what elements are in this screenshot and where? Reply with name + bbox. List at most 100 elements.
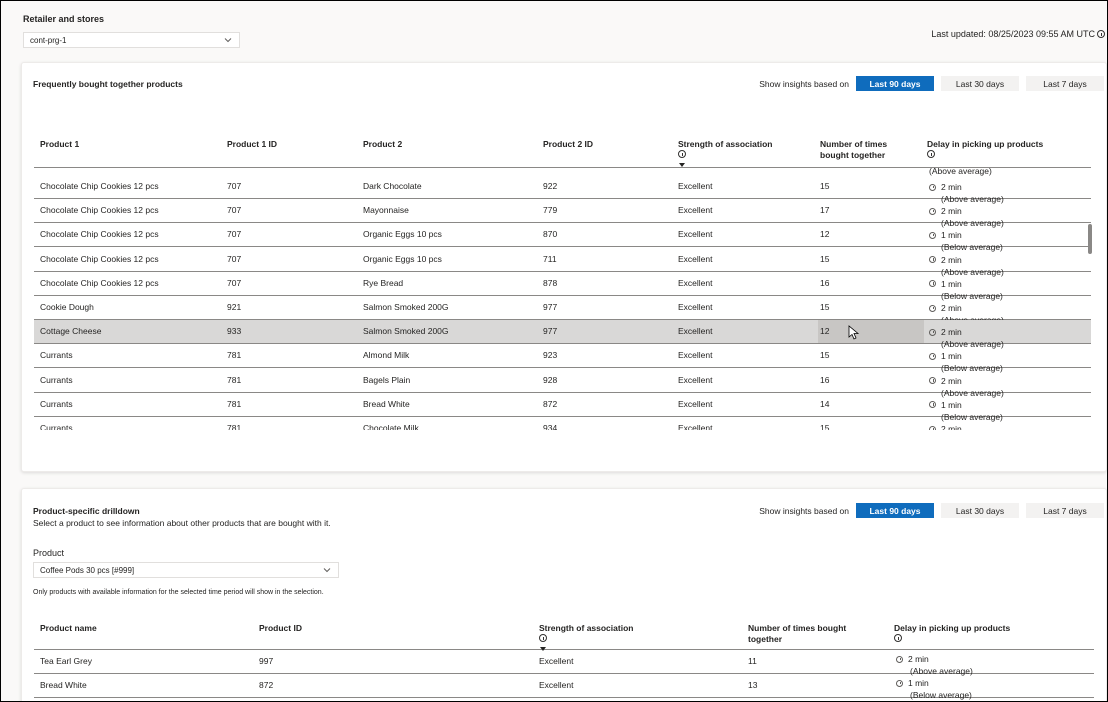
col-times-line1: Number of times: [820, 139, 888, 149]
fbt-time-toggle: Show insights based on Last 90 days Last…: [759, 76, 1104, 91]
cell-p2: Organic Eggs 10 pcs: [363, 253, 442, 264]
cell-times: 16: [820, 277, 830, 288]
table-row[interactable]: Chocolate Chip Cookies 12 pcs 707 Mayonnai…: [34, 199, 1091, 228]
last-updated-text: Last updated: 08/25/2023 09:55 AM UTC: [931, 29, 1095, 39]
fbt-table: Product 1 Product 1 ID Product 2 Product…: [34, 133, 1091, 430]
drilldown-table-body: Tea Earl Grey 997 Excellent 11 2 min (Above a…: [34, 650, 1094, 701]
product-drilldown-card: Product-specific drilldown Select a prod…: [21, 488, 1107, 701]
cell-p1: Cottage Cheese: [40, 326, 102, 337]
col-product1[interactable]: Product 1: [40, 139, 79, 150]
cell-strength: Excellent: [678, 181, 713, 191]
clock-icon: [929, 231, 936, 239]
fbt-last-30-days-button[interactable]: Last 30 days: [941, 76, 1019, 91]
fbt-table-body: (Above average) Chocolate Chip Cookies 1…: [34, 168, 1091, 430]
table-row[interactable]: Chocolate Chip Cookies 12 pcs 707 Organic …: [34, 223, 1091, 252]
table-row[interactable]: Cookie Dough 921 Salmon Smoked 200G 977 Exce…: [34, 296, 1091, 325]
drilldown-last-90-days-button[interactable]: Last 90 days: [856, 503, 934, 518]
col-delay[interactable]: Delay in picking up products: [927, 139, 1043, 161]
col-times-2[interactable]: Number of times bought together: [748, 623, 846, 645]
col-product2-id[interactable]: Product 2 ID: [543, 139, 593, 150]
cell-times: 12: [820, 326, 830, 337]
table-row[interactable]: Tea Earl Grey 997 Excellent 11 2 min (Above a…: [34, 650, 1094, 676]
cell-times: 11: [748, 656, 757, 666]
cell-p1id: 707: [227, 205, 242, 216]
col-delay-2[interactable]: Delay in picking up products: [894, 623, 1010, 645]
cell-p2: Mayonnaise: [363, 205, 409, 216]
table-row[interactable]: Currants 781 Almond Milk 923 Excellent 15 1 mi…: [34, 344, 1091, 373]
col-product1-id[interactable]: Product 1 ID: [227, 139, 277, 150]
cell-p2id: 878: [543, 277, 558, 288]
clock-icon: [929, 256, 936, 264]
cell-p2id: 934: [543, 423, 558, 430]
fbt-title: Frequently bought together products: [33, 79, 183, 89]
cell-strength: Excellent: [678, 398, 713, 409]
drilldown-last-7-days-button[interactable]: Last 7 days: [1026, 503, 1104, 518]
table-row[interactable]: Currants 781 Chocolate Milk 934 Excellent 15 2…: [34, 417, 1091, 430]
col-strength[interactable]: Strength of association: [678, 139, 772, 167]
cell-times: 15: [820, 423, 830, 430]
product-note: Only products with available information…: [33, 589, 324, 596]
fbt-last-90-days-button[interactable]: Last 90 days: [856, 76, 934, 91]
cell-times: 12: [820, 229, 830, 240]
store-dropdown[interactable]: cont-prg-1: [23, 32, 240, 48]
cell-id: 872: [259, 680, 274, 690]
cell-p2id: 922: [543, 181, 558, 191]
fbt-scrollbar[interactable]: [1088, 166, 1094, 428]
delay-value: 2 min: [941, 424, 962, 430]
cell-p1: Chocolate Chip Cookies 12 pcs: [40, 181, 159, 191]
fbt-last-7-days-button[interactable]: Last 7 days: [1026, 76, 1104, 91]
clock-icon: [929, 207, 936, 215]
table-row[interactable]: Chocolate Chip Cookies 12 pcs 707 Rye Brea…: [34, 272, 1091, 301]
clock-icon: [929, 280, 936, 288]
cell-delay: 1 min (Below average): [896, 677, 972, 701]
cell-times: 15: [820, 253, 830, 264]
col-product2[interactable]: Product 2: [363, 139, 402, 150]
col-product-name[interactable]: Product name: [40, 623, 97, 634]
info-icon[interactable]: [1097, 30, 1105, 38]
col-times[interactable]: Number of times bought together: [820, 139, 887, 161]
table-row[interactable]: Chocolate Chip Cookies 12 pcs 707 Dark Cho…: [34, 175, 1091, 204]
cell-name: Tea Earl Grey: [40, 656, 92, 666]
chevron-down-icon: [323, 568, 331, 573]
delay-info-icon[interactable]: [894, 634, 902, 642]
table-row[interactable]: Currants 781 Bread White 872 Excellent 14 1 mi…: [34, 393, 1091, 422]
col-delay-label: Delay in picking up products: [927, 139, 1044, 149]
col-times-2-line2: together: [748, 634, 782, 644]
cell-p2id: 779: [543, 205, 558, 216]
cell-p1id: 707: [227, 181, 242, 191]
cell-p1id: 921: [227, 302, 242, 312]
strength-info-icon[interactable]: [678, 150, 686, 158]
product-dropdown[interactable]: Coffee Pods 30 pcs [#999]: [33, 562, 339, 578]
delay-info-icon[interactable]: [927, 150, 935, 158]
cell-times: 15: [820, 181, 830, 191]
cell-p2id: 977: [543, 302, 558, 312]
strength-info-icon[interactable]: [539, 634, 547, 642]
table-row[interactable]: Currants 781 Bagels Plain 928 Excellent 16 2 m…: [34, 369, 1091, 398]
col-product-id[interactable]: Product ID: [259, 623, 302, 634]
cell-times: 13: [748, 680, 758, 690]
cell-p2: Bread White: [363, 398, 410, 409]
drilldown-last-30-days-button[interactable]: Last 30 days: [941, 503, 1019, 518]
table-row[interactable]: Chocolate Chip Cookies 12 pcs 707 Organic …: [34, 248, 1091, 277]
fbt-insights-label: Show insights based on: [759, 78, 849, 89]
table-row[interactable]: Bread White 872 Excellent 13 1 min (Below ave…: [34, 674, 1094, 701]
clock-icon: [896, 679, 903, 687]
fbt-table-header: Product 1 Product 1 ID Product 2 Product…: [34, 133, 1091, 168]
col-strength-2[interactable]: Strength of association: [539, 623, 633, 651]
cell-strength: Excellent: [678, 350, 713, 361]
col-strength-2-label: Strength of association: [539, 623, 634, 633]
cell-times: 17: [820, 205, 830, 216]
delay-value: 2 min: [941, 327, 962, 338]
cell-p1id: 707: [227, 229, 242, 240]
cell-p2: Bagels Plain: [363, 374, 411, 385]
cell-p2: Dark Chocolate: [363, 181, 422, 191]
cell-p2id: 928: [543, 374, 558, 385]
cell-times: 16: [820, 374, 830, 385]
cell-id: 997: [259, 656, 274, 666]
cell-p1: Chocolate Chip Cookies 12 pcs: [40, 253, 159, 264]
col-delay-2-label: Delay in picking up products: [894, 623, 1011, 633]
table-row[interactable]: Cottage Cheese 933 Salmon Smoked 200G 977 Ex…: [34, 320, 1091, 349]
fbt-scrollbar-thumb[interactable]: [1088, 224, 1092, 254]
store-dropdown-value: cont-prg-1: [30, 35, 67, 45]
cell-times: 15: [820, 350, 830, 361]
